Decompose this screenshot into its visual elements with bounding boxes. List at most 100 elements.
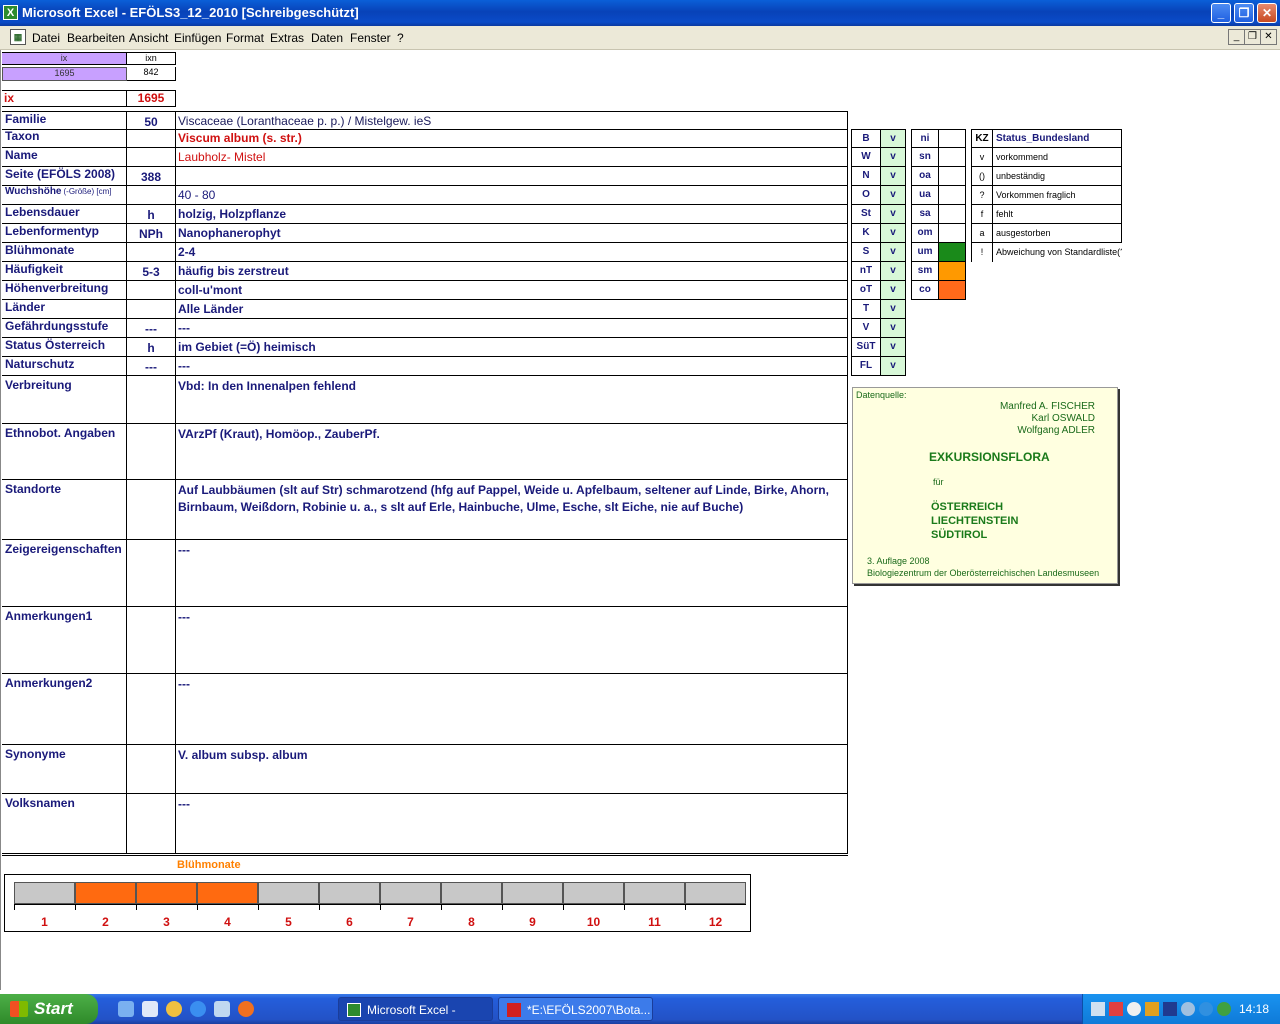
quicklaunch-desktop-icon[interactable] — [118, 1001, 134, 1017]
row-label[interactable]: Höhenverbreitung — [2, 281, 127, 300]
region-code[interactable]: K — [851, 224, 881, 243]
region-code[interactable]: N — [851, 167, 881, 186]
info-icon[interactable] — [1199, 1002, 1213, 1016]
region-mark[interactable]: v — [881, 357, 906, 376]
bigrow-code[interactable] — [127, 794, 176, 854]
legend-kz-header[interactable]: KZ — [971, 129, 993, 148]
legend-kz[interactable]: a — [971, 224, 993, 243]
menu-datei[interactable]: Datei — [32, 31, 60, 45]
zone-code[interactable]: co — [911, 281, 939, 300]
legend-kz[interactable]: ! — [971, 243, 993, 262]
bigrow-value[interactable]: --- — [176, 794, 848, 854]
taskbar-editor-button[interactable]: *E:\EFÖLS2007\Bota... — [498, 997, 653, 1021]
bigrow-label[interactable]: Zeigereigenschaften — [2, 540, 127, 607]
bigrow-code[interactable] — [127, 607, 176, 674]
ix-value-cell[interactable]: 1695 — [2, 67, 127, 81]
region-code[interactable]: S — [851, 243, 881, 262]
row-code[interactable] — [127, 243, 176, 262]
row-value[interactable]: --- — [176, 357, 848, 376]
region-code[interactable]: nT — [851, 262, 881, 281]
region-code[interactable]: SüT — [851, 338, 881, 357]
legend-text[interactable]: Abweichung von Standardliste(?) — [993, 243, 1122, 262]
search-icon[interactable] — [1127, 1002, 1141, 1016]
bigrow-value[interactable]: VArzPf (Kraut), Homöop., ZauberPf. — [176, 424, 848, 480]
update-icon[interactable] — [1181, 1002, 1195, 1016]
zone-code[interactable]: sn — [911, 148, 939, 167]
bigrow-code[interactable] — [127, 480, 176, 540]
network-icon[interactable] — [1091, 1002, 1105, 1016]
bigrow-value[interactable]: Vbd: In den Innenalpen fehlend — [176, 376, 848, 424]
bigrow-label[interactable]: Anmerkungen1 — [2, 607, 127, 674]
row-label[interactable]: Familie — [2, 111, 127, 130]
shield-icon[interactable] — [1163, 1002, 1177, 1016]
workbook-icon[interactable]: ▦ — [10, 29, 26, 45]
menu-fenster[interactable]: Fenster — [350, 31, 391, 45]
close-button[interactable]: ✕ — [1257, 3, 1277, 23]
region-mark[interactable]: v — [881, 186, 906, 205]
zone-code[interactable]: sm — [911, 262, 939, 281]
excel-app-icon[interactable]: X — [3, 5, 18, 20]
ixn-header-cell[interactable]: ixn — [127, 52, 176, 65]
zone-color[interactable] — [939, 224, 966, 243]
legend-text[interactable]: ausgestorben — [993, 224, 1122, 243]
row-value[interactable]: 2-4 — [176, 243, 848, 262]
zone-color[interactable] — [939, 186, 966, 205]
menu-einfuegen[interactable]: Einfügen — [174, 31, 221, 45]
row-label[interactable]: Name — [2, 148, 127, 167]
ix-header-cell[interactable]: ix — [2, 52, 127, 65]
row-code[interactable]: NPh — [127, 224, 176, 243]
region-mark[interactable]: v — [881, 243, 906, 262]
bigrow-label[interactable]: Synonyme — [2, 745, 127, 794]
bigrow-value[interactable]: --- — [176, 674, 848, 745]
quicklaunch-firefox-icon[interactable] — [238, 1001, 254, 1017]
zone-code[interactable]: sa — [911, 205, 939, 224]
region-mark[interactable]: v — [881, 129, 906, 148]
zone-color[interactable] — [939, 167, 966, 186]
row-label[interactable]: Wuchshöhe (-Größe) [cm] — [2, 186, 127, 205]
doc-restore-button[interactable]: ❐ — [1244, 29, 1261, 45]
region-mark[interactable]: v — [881, 338, 906, 357]
ix-label-cell[interactable]: ix — [2, 90, 127, 107]
region-mark[interactable]: v — [881, 262, 906, 281]
row-value[interactable]: holzig, Holzpflanze — [176, 205, 848, 224]
taskbar-excel-button[interactable]: Microsoft Excel - EFÖ... — [338, 997, 493, 1021]
row-code[interactable] — [127, 129, 176, 148]
row-code[interactable] — [127, 186, 176, 205]
region-code[interactable]: oT — [851, 281, 881, 300]
row-code[interactable]: 5-3 — [127, 262, 176, 281]
zone-color[interactable] — [939, 129, 966, 148]
minimize-button[interactable]: _ — [1211, 3, 1231, 23]
menu-daten[interactable]: Daten — [311, 31, 343, 45]
bigrow-value[interactable]: --- — [176, 540, 848, 607]
region-mark[interactable]: v — [881, 167, 906, 186]
security-icon[interactable] — [1145, 1002, 1159, 1016]
region-mark[interactable]: v — [881, 205, 906, 224]
row-label[interactable]: Gefährdungsstufe — [2, 319, 127, 338]
quicklaunch-ie-icon[interactable] — [190, 1001, 206, 1017]
row-label[interactable]: Blühmonate — [2, 243, 127, 262]
bigrow-code[interactable] — [127, 745, 176, 794]
region-code[interactable]: V — [851, 319, 881, 338]
legend-kz[interactable]: f — [971, 205, 993, 224]
zone-code[interactable]: ua — [911, 186, 939, 205]
antivirus-icon[interactable] — [1217, 1002, 1231, 1016]
row-code[interactable]: --- — [127, 319, 176, 338]
row-value[interactable]: Laubholz- Mistel — [176, 148, 848, 167]
menu-ansicht[interactable]: Ansicht — [129, 31, 168, 45]
zone-code[interactable]: oa — [911, 167, 939, 186]
bigrow-label[interactable]: Ethnobot. Angaben — [2, 424, 127, 480]
row-value[interactable] — [176, 167, 848, 186]
menu-extras[interactable]: Extras — [270, 31, 304, 45]
bigrow-code[interactable] — [127, 424, 176, 480]
row-value[interactable]: im Gebiet (=Ö) heimisch — [176, 338, 848, 357]
row-value[interactable]: Alle Länder — [176, 300, 848, 319]
row-value[interactable]: Nanophanerophyt — [176, 224, 848, 243]
maximize-button[interactable]: ❐ — [1234, 3, 1254, 23]
bigrow-value[interactable]: V. album subsp. album — [176, 745, 848, 794]
row-value[interactable]: --- — [176, 319, 848, 338]
bigrow-value[interactable]: --- — [176, 607, 848, 674]
row-code[interactable]: 50 — [127, 111, 176, 130]
region-mark[interactable]: v — [881, 281, 906, 300]
row-label[interactable]: Lebenformentyp — [2, 224, 127, 243]
legend-text[interactable]: Vorkommen fraglich — [993, 186, 1122, 205]
